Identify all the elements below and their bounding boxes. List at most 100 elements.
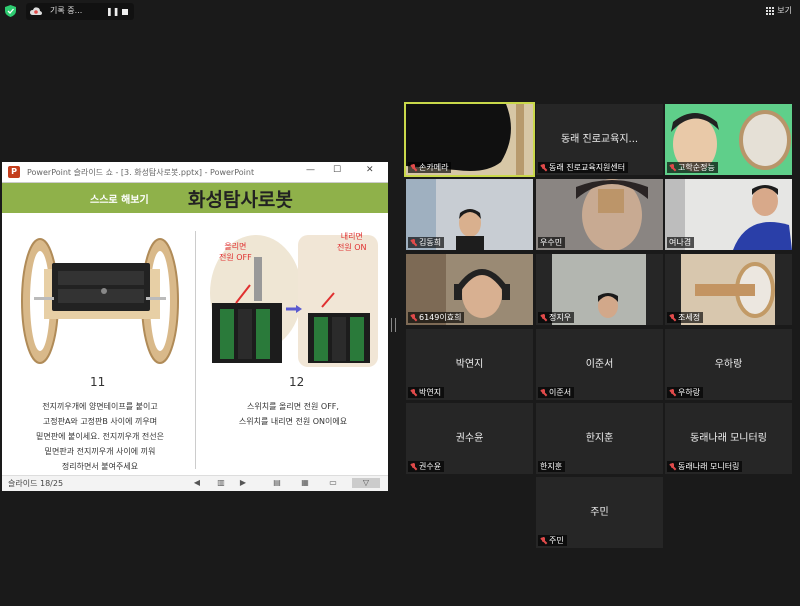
- meeting-top-bar: 기록 중... ❚❚ 보기: [0, 0, 800, 22]
- slide-counter: 슬라이드 18/25: [8, 479, 64, 488]
- participant-name: 6149이효희: [419, 313, 462, 322]
- recording-indicator: 기록 중... ❚❚: [26, 3, 134, 20]
- participant-name-label: 우수민: [538, 237, 566, 248]
- caption-line: 밑면판에 붙이세요. 전지끼우개 전선은: [36, 432, 164, 441]
- slide-canvas[interactable]: 스스로 해보기 화성탐사로봇 올리면 전원 OFF 내리면 전원 ON 11 1…: [2, 183, 388, 475]
- participant-name: 동래나래 모니터링: [678, 462, 740, 471]
- caption-line: 스위치를 내리면 전원 ON이에요: [238, 417, 348, 426]
- previous-slide-icon[interactable]: ◀: [192, 478, 202, 488]
- powerpoint-logo-icon: P: [8, 166, 20, 178]
- step-11-caption: 전지끼우개에 양면테이프를 붙이고 고정판A와 고정판B 사이에 끼우며 밑면판…: [12, 399, 188, 474]
- grid-sorter-icon[interactable]: ▦: [300, 478, 310, 488]
- participant-name: 우수민: [540, 238, 563, 247]
- participant-name-label: 권수윤: [408, 461, 445, 472]
- participant-name: 동래 진로교육지원센터: [549, 163, 626, 172]
- participant-tile[interactable]: 박연지 박연지: [406, 329, 533, 400]
- participant-name: 정지우: [549, 313, 572, 322]
- slide-sorter-icon[interactable]: ▥: [216, 478, 226, 488]
- mic-muted-icon: [669, 388, 676, 397]
- participant-tile[interactable]: 주민 주민: [536, 477, 663, 548]
- slide-show-icon[interactable]: ▽: [352, 478, 380, 488]
- participant-name: 여나겸: [669, 238, 692, 247]
- participant-center-name: 동래 진로교육지...: [560, 134, 639, 145]
- participant-name-label: 박연지: [408, 387, 445, 398]
- participant-name-label: 여나겸: [667, 237, 695, 248]
- reading-view-icon[interactable]: ▭: [328, 478, 338, 488]
- on-label-line: 전원 ON: [337, 243, 367, 252]
- step-number-11: 11: [90, 375, 106, 389]
- participant-name: 주민: [549, 536, 564, 545]
- caption-line: 전지끼우개에 양면테이프를 붙이고: [42, 402, 158, 411]
- participant-name: 한지훈: [540, 462, 563, 471]
- on-label-line: 내리면: [340, 232, 363, 241]
- mic-muted-icon: [410, 313, 417, 322]
- participant-center-name: 주민: [590, 507, 609, 518]
- participant-tile[interactable]: 정지우: [536, 254, 663, 325]
- maximize-button[interactable]: ☐: [333, 165, 341, 175]
- participant-name-label: 우하랑: [667, 387, 704, 398]
- slide-header-band: 스스로 해보기 화성탐사로봇: [2, 183, 388, 213]
- participant-name-label: 동래나래 모니터링: [667, 461, 743, 472]
- participant-name-label: 동래 진로교육지원센터: [538, 162, 629, 173]
- participant-tile[interactable]: 손카메라: [404, 102, 535, 177]
- participant-tile[interactable]: 권수윤 권수윤: [406, 403, 533, 474]
- off-label-line: 올리면: [224, 242, 247, 251]
- ppt-title-bar[interactable]: P PowerPoint 슬라이드 쇼 - [3. 화성탐사로봇.pptx] -…: [2, 162, 388, 183]
- stop-icon[interactable]: [122, 9, 128, 15]
- participant-center-name: 동래나래 모니터링: [690, 433, 767, 444]
- mic-muted-icon: [669, 313, 676, 322]
- mic-muted-icon: [410, 462, 417, 471]
- off-label-line: 전원 OFF: [219, 253, 252, 262]
- mic-muted-icon: [410, 163, 417, 172]
- participant-tile[interactable]: 여나겸: [665, 179, 792, 250]
- shield-icon[interactable]: [5, 5, 16, 17]
- pause-icon[interactable]: ❚❚: [106, 7, 119, 16]
- mic-muted-icon: [669, 462, 676, 471]
- minimize-button[interactable]: —: [306, 165, 315, 175]
- caption-line: 정리하면서 붙여주세요: [61, 462, 139, 471]
- step-12-caption: 스위치를 올리면 전원 OFF, 스위치를 내리면 전원 ON이에요: [202, 399, 384, 429]
- slide-divider: [195, 231, 196, 469]
- slide-title: 화성탐사로봇: [188, 189, 293, 211]
- mic-muted-icon: [540, 163, 547, 172]
- close-button[interactable]: ✕: [366, 165, 374, 175]
- caption-line: 밑면판과 전지끼우개 사이에 끼워: [44, 447, 156, 456]
- powerpoint-window[interactable]: P PowerPoint 슬라이드 쇼 - [3. 화성탐사로봇.pptx] -…: [2, 162, 388, 491]
- normal-view-icon[interactable]: ▤: [272, 478, 282, 488]
- participant-tile[interactable]: 고학순정능: [665, 104, 792, 175]
- participant-name-label: 한지훈: [538, 461, 566, 472]
- participant-center-name: 우하랑: [714, 359, 743, 370]
- panel-splitter-handle[interactable]: [391, 318, 396, 332]
- mic-muted-icon: [669, 163, 676, 172]
- mic-muted-icon: [540, 536, 547, 545]
- cloud-record-icon: [30, 7, 42, 15]
- mic-muted-icon: [410, 388, 417, 397]
- view-button[interactable]: 보기: [766, 5, 792, 16]
- participant-name-label: 6149이효희: [408, 312, 465, 323]
- participant-tile[interactable]: 조세정: [665, 254, 792, 325]
- participant-center-name: 이준서: [585, 359, 614, 370]
- recording-label: 기록 중...: [50, 6, 83, 15]
- participant-name-label: 주민: [538, 535, 567, 546]
- slide-section-label: 스스로 해보기: [90, 195, 149, 206]
- next-slide-icon[interactable]: ▶: [238, 478, 248, 488]
- participant-tile[interactable]: 동래 진로교육지... 동래 진로교육지원센터: [536, 104, 663, 175]
- participant-name: 김동희: [419, 238, 442, 247]
- participant-tile[interactable]: 우수민: [536, 179, 663, 250]
- participant-tile[interactable]: 이준서 이준서: [536, 329, 663, 400]
- participant-name-label: 고학순정능: [667, 162, 718, 173]
- participant-name-label: 김동희: [408, 237, 445, 248]
- participant-name: 권수윤: [419, 462, 442, 471]
- participant-tile[interactable]: 우하랑 우하랑: [665, 329, 792, 400]
- participant-tile[interactable]: 6149이효희: [406, 254, 533, 325]
- step-number-12: 12: [289, 375, 305, 389]
- participant-tile[interactable]: 한지훈 한지훈: [536, 403, 663, 474]
- participant-tile[interactable]: 김동희: [406, 179, 533, 250]
- grid-view-icon: [766, 6, 775, 15]
- caption-line: 고정판A와 고정판B 사이에 끼우며: [42, 417, 158, 426]
- participant-name: 조세정: [678, 313, 701, 322]
- participant-tile[interactable]: 동래나래 모니터링 동래나래 모니터링: [665, 403, 792, 474]
- ppt-status-bar: 슬라이드 18/25 ◀ ▥ ▶ ▤ ▦ ▭ ▽: [2, 475, 388, 491]
- participant-name: 손카메라: [419, 163, 449, 172]
- participant-center-name: 박연지: [455, 359, 484, 370]
